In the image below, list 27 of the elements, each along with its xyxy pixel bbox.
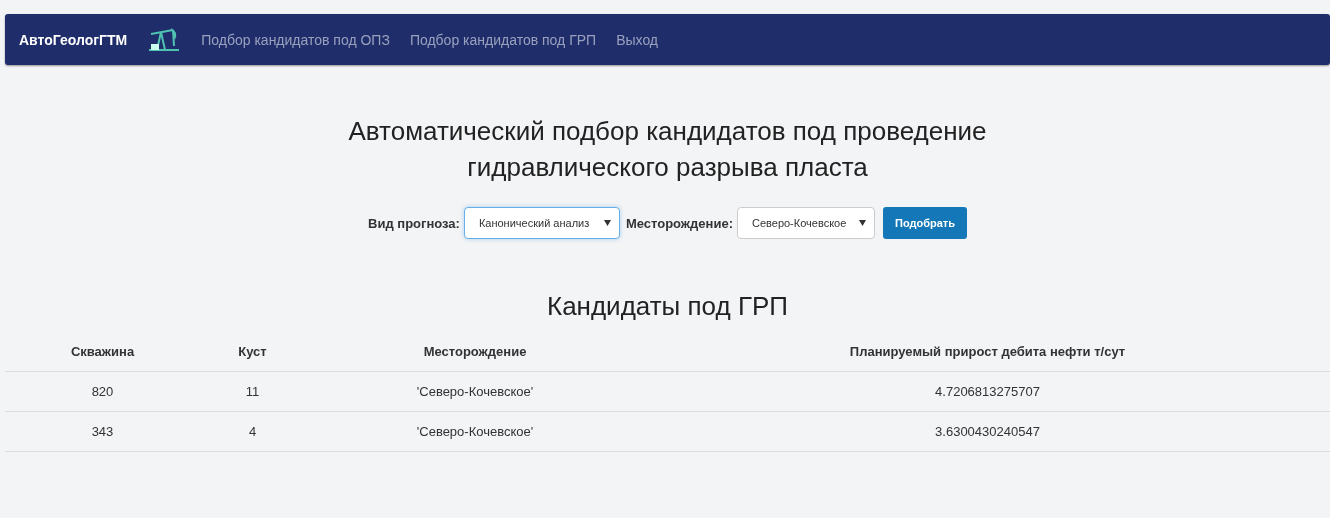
table-cell: 343 [5, 412, 200, 452]
table-cell: 4.7206813275707 [645, 372, 1330, 412]
nav-link[interactable]: Подбор кандидатов под ОПЗ [201, 31, 390, 48]
nav-link[interactable]: Подбор кандидатов под ГРП [409, 31, 597, 48]
page-title: Автоматический подбор кандидатов под проведение [347, 115, 988, 148]
table-cell: 4 [200, 412, 305, 452]
caret-icon [859, 220, 866, 226]
column-header: Скважина [5, 334, 200, 372]
table-cell: 'Северо-Кочевское' [305, 372, 645, 412]
section-title: Кандидаты под ГРП [546, 291, 789, 322]
caret-icon [603, 220, 611, 226]
field-label: Месторождение: [625, 215, 733, 231]
table-cell: 11 [200, 372, 305, 412]
pumpjack-icon [147, 25, 182, 54]
nav-link[interactable]: Выход [616, 31, 659, 48]
select-field[interactable]: Канонический анализ [463, 207, 620, 239]
submit-button[interactable]: Подобрать [883, 207, 967, 239]
column-header: Планируемый прирост дебита нефти т/сут [645, 334, 1330, 372]
table-cell: 'Северо-Кочевское' [305, 412, 645, 452]
page-title: гидравлического разрыва пласта [466, 151, 869, 184]
select-field[interactable]: Северо-Кочевское [737, 207, 875, 239]
brand-name[interactable]: АвтоГеологГТМ [19, 31, 128, 48]
table-cell: 3.6300430240547 [645, 412, 1330, 452]
column-header: Месторождение [305, 334, 645, 372]
field-label: Вид прогноза: [368, 215, 460, 231]
table-cell: 820 [5, 372, 200, 412]
column-header: Куст [200, 334, 305, 372]
